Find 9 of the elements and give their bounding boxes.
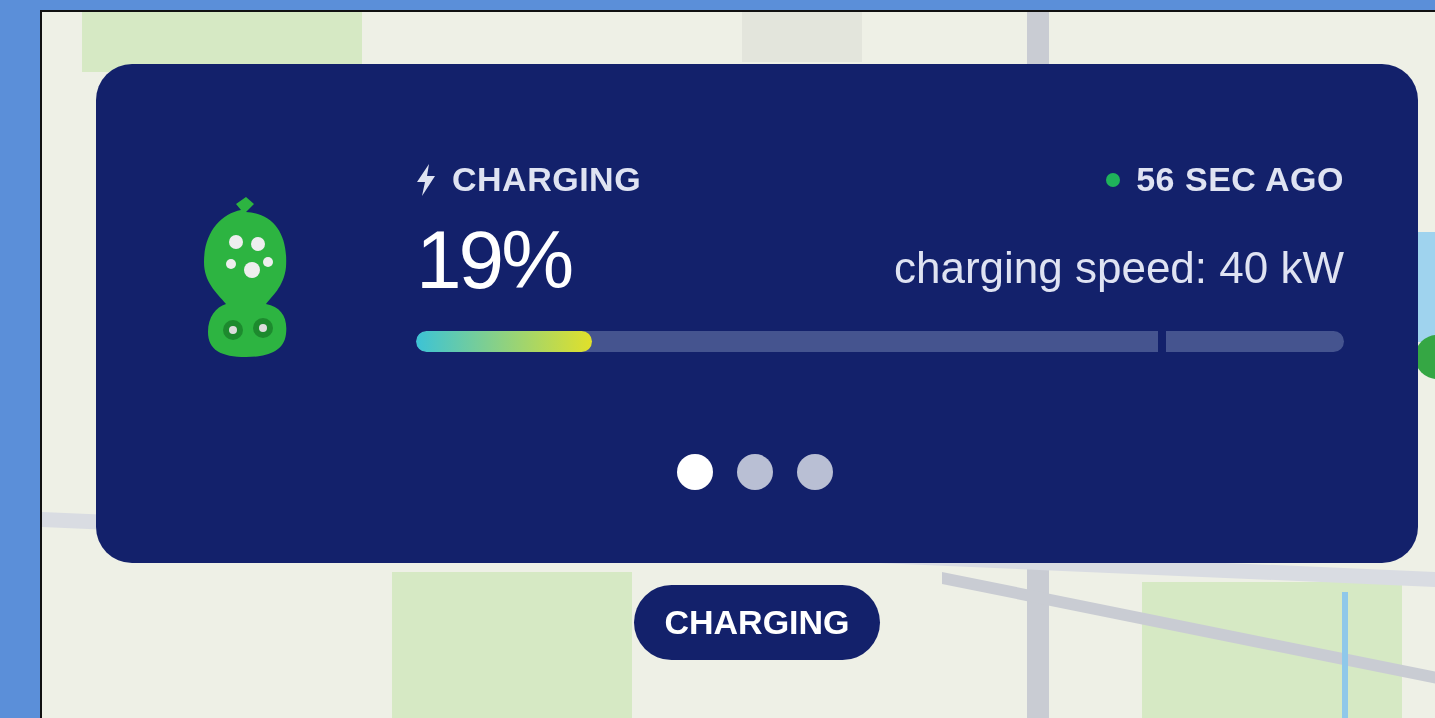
last-updated-label: 56 SEC AGO: [1136, 159, 1344, 200]
lightning-icon: [416, 163, 436, 196]
charging-speed-label: charging speed: 40 kW: [893, 242, 1344, 294]
page-dot[interactable]: [797, 454, 833, 490]
status-label: CHARGING: [452, 159, 642, 200]
battery-percent: 19%: [416, 219, 572, 301]
page-dot[interactable]: [737, 454, 773, 490]
status-pill: CHARGING: [634, 585, 880, 660]
page-dot[interactable]: [677, 454, 713, 490]
